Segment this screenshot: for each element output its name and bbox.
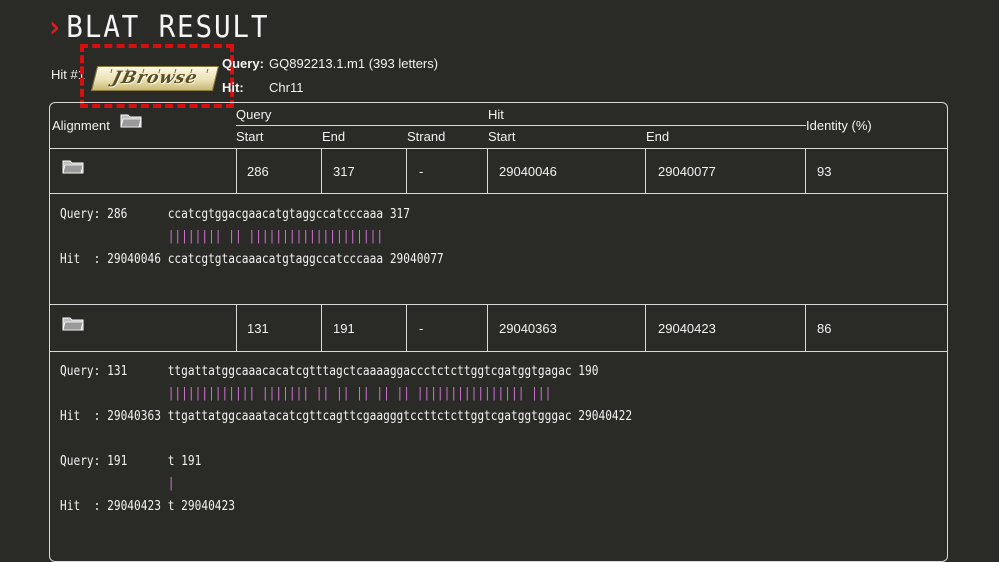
hit-end-header: End — [646, 129, 670, 144]
row-2-hit-end: 29040423 — [658, 321, 716, 336]
hit-start-header: Start — [488, 129, 516, 144]
row-2-alignment-bars: ||||||||||||| ||||||| || || || || || |||… — [60, 386, 552, 401]
row-2-alignment-bars-2: | — [60, 476, 175, 491]
query-end-header: End — [322, 129, 346, 144]
jbrowse-button[interactable]: JBrowse — [90, 66, 220, 91]
page-title-text: BLAT RESULT — [66, 10, 270, 45]
page-title: ›BLAT RESULT — [46, 10, 269, 46]
jbrowse-logo-text: JBrowse — [110, 68, 200, 88]
row-1-query-end: 317 — [333, 164, 355, 179]
hit-group-header: Hit — [488, 107, 504, 122]
query-label: Query: — [222, 56, 264, 71]
row-1-hit-end: 29040077 — [658, 164, 716, 179]
identity-header: Identity (%) — [806, 118, 872, 133]
hit-label: Hit: — [222, 80, 244, 95]
row-1-alignment-hit: Hit : 29040046 ccatcgtgtacaaacatgtaggcca… — [60, 252, 444, 267]
query-group-header: Query — [236, 107, 272, 122]
query-value: GQ892213.1.m1 (393 letters) — [269, 56, 439, 71]
row-1-alignment-bars: |||||||| || |||||||||||||||||||| — [60, 229, 384, 244]
header-divider — [236, 125, 806, 126]
chevron-right-icon: › — [46, 10, 65, 45]
row-1-strand: - — [419, 164, 424, 179]
results-table: Alignment Query Hit Start End Strand Sta… — [49, 102, 948, 562]
row-2-identity: 86 — [817, 321, 832, 336]
hit-value: Chr11 — [269, 80, 304, 95]
row-2-alignment-hit-2: Hit : 29040423 t 29040423 — [60, 499, 236, 514]
row-1-query-start: 286 — [247, 164, 269, 179]
row-2-alignment-hit: Hit : 29040363 ttgattatggcaaatacatcgttca… — [60, 409, 633, 424]
row-2-strand: - — [419, 321, 424, 336]
folder-icon[interactable] — [62, 316, 84, 331]
row-1-identity: 93 — [817, 164, 832, 179]
strand-header: Strand — [407, 129, 446, 144]
row-2-alignment-query: Query: 131 ttgattatggcaaacacatcgtttagctc… — [60, 364, 599, 379]
folder-icon[interactable] — [120, 113, 142, 128]
jbrowse-highlight-box: JBrowse — [80, 44, 234, 108]
alignment-header: Alignment — [52, 118, 110, 133]
row-1-hit-start: 29040046 — [499, 164, 557, 179]
row-2-hit-start: 29040363 — [499, 321, 557, 336]
query-start-header: Start — [236, 129, 264, 144]
row-2-query-end: 191 — [333, 321, 355, 336]
row-1-alignment-query: Query: 286 ccatcgtggacgaacatgtaggccatccc… — [60, 207, 411, 222]
row-2-query-start: 131 — [247, 321, 269, 336]
folder-icon[interactable] — [62, 159, 84, 174]
row-2-alignment-query-2: Query: 191 t 191 — [60, 454, 202, 469]
